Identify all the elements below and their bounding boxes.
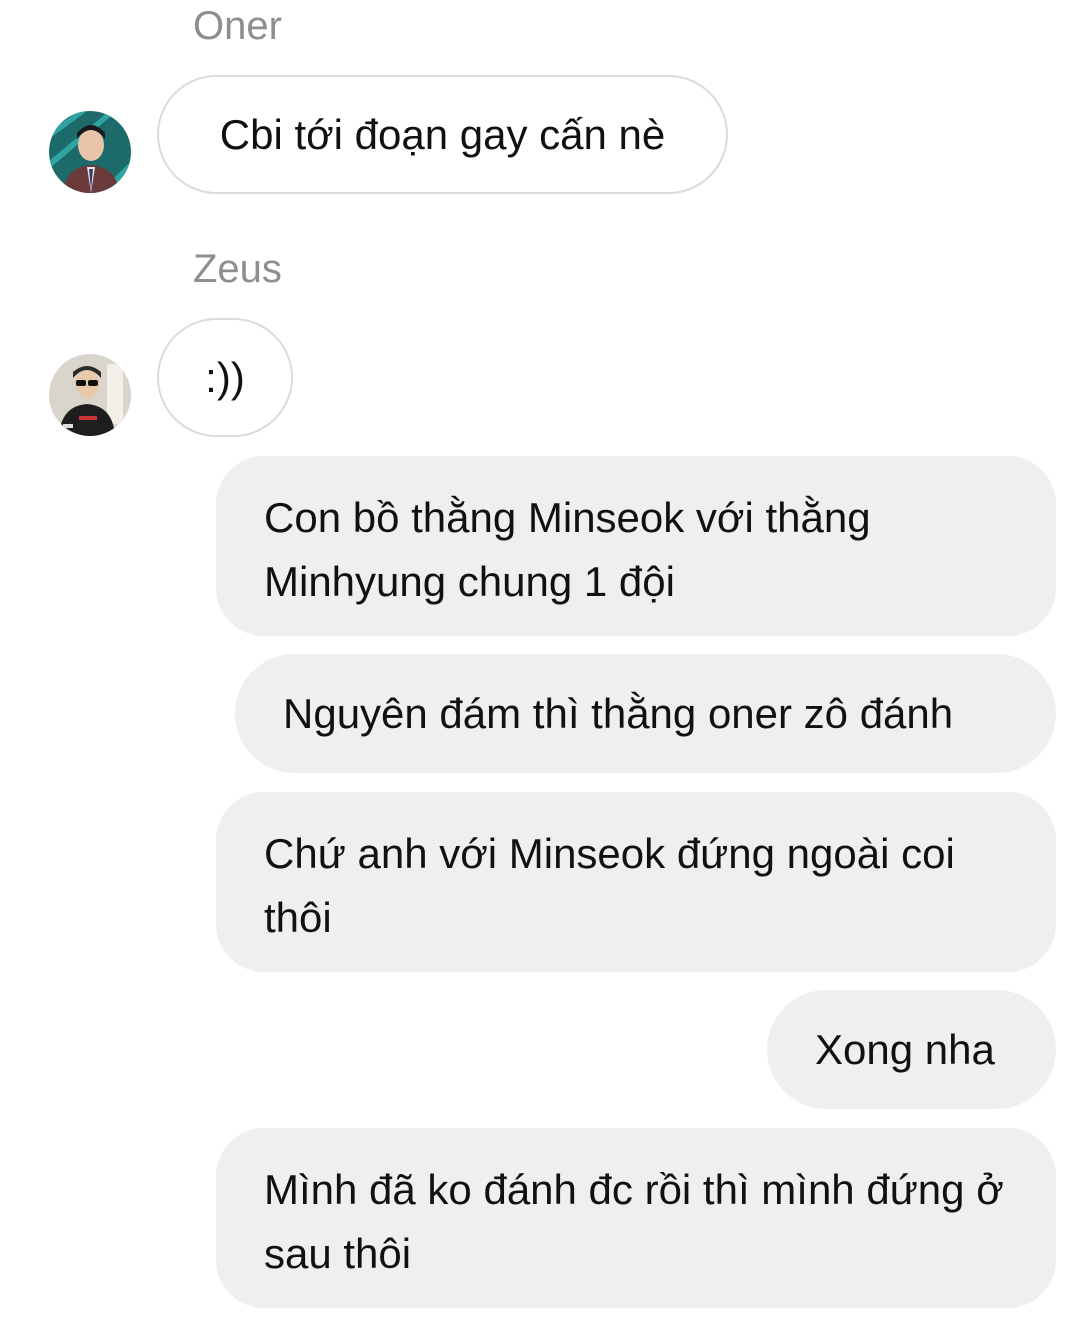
sender-name-zeus: Zeus [193, 247, 282, 291]
message-bubble-outgoing[interactable]: Chứ anh với Minseok đứng ngoài coi thôi [216, 792, 1056, 972]
message-bubble-outgoing[interactable]: Xong nha [767, 990, 1056, 1109]
message-text: Xong nha [815, 1025, 995, 1073]
message-bubble-outgoing[interactable]: Con bồ thằng Minseok với thằng Minhyung … [216, 456, 1056, 636]
sender-name-oner: Oner [193, 4, 282, 48]
user-avatar-icon [49, 354, 131, 436]
message-bubble-incoming[interactable]: Cbi tới đoạn gay cấn nè [157, 75, 728, 194]
message-bubble-outgoing[interactable]: Nguyên đám thì thằng oner zô đánh [235, 654, 1056, 773]
message-text: :)) [205, 353, 245, 401]
message-text: Nguyên đám thì thằng oner zô đánh [283, 689, 954, 737]
user-avatar-icon [49, 111, 131, 193]
message-text: Mình đã ko đánh đc rồi thì mình đứng ở s… [264, 1166, 1004, 1277]
message-text: Con bồ thằng Minseok với thằng Minhyung … [264, 494, 871, 605]
message-text: Cbi tới đoạn gay cấn nè [219, 110, 666, 158]
message-text: Chứ anh với Minseok đứng ngoài coi thôi [264, 830, 955, 941]
message-bubble-incoming[interactable]: :)) [157, 318, 293, 437]
message-bubble-outgoing[interactable]: Mình đã ko đánh đc rồi thì mình đứng ở s… [216, 1128, 1056, 1308]
avatar-oner[interactable] [49, 111, 131, 193]
avatar-zeus[interactable] [49, 354, 131, 436]
